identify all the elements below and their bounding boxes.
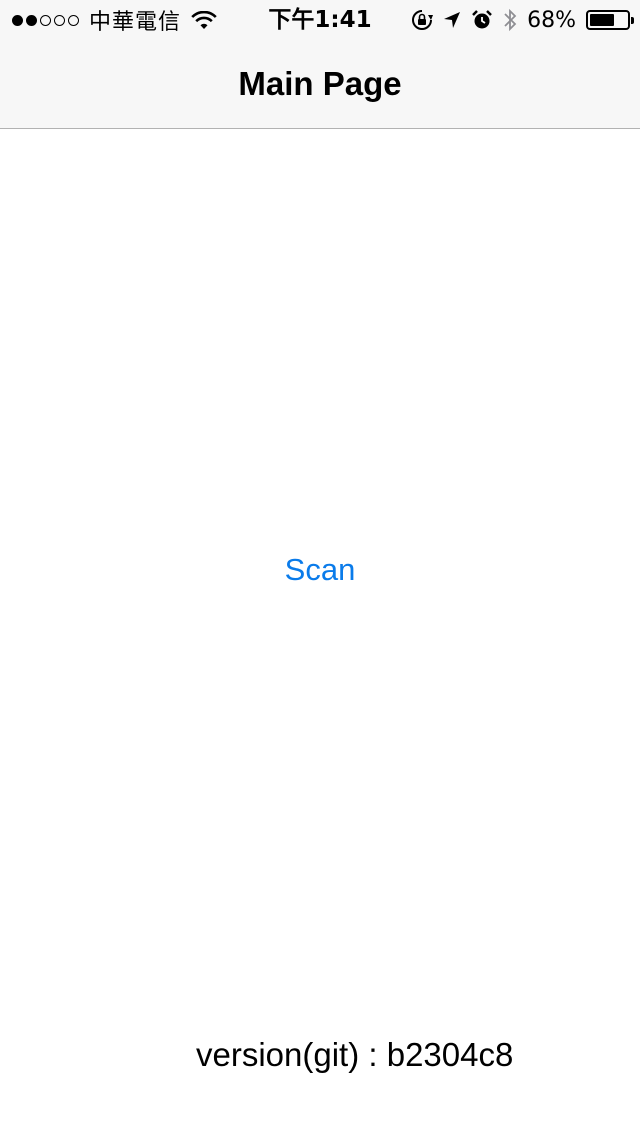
alarm-icon [471, 9, 493, 31]
version-label: version(git) : b2304c8 [196, 1036, 514, 1073]
status-bar: 中華電信 下午1:41 68% [0, 0, 640, 40]
battery-fill [590, 14, 615, 26]
battery-percentage: 68% [527, 7, 576, 33]
page-title: Main Page [238, 65, 402, 102]
battery-icon [586, 10, 634, 30]
location-arrow-icon [443, 11, 461, 29]
screen: 中華電信 下午1:41 68% Main Page Scan version(g… [0, 0, 640, 1136]
navigation-bar: Main Page [0, 40, 640, 128]
orientation-lock-icon [411, 9, 434, 31]
scan-button[interactable]: Scan [250, 548, 390, 592]
bluetooth-icon [503, 8, 517, 32]
status-right: 68% [411, 6, 634, 34]
